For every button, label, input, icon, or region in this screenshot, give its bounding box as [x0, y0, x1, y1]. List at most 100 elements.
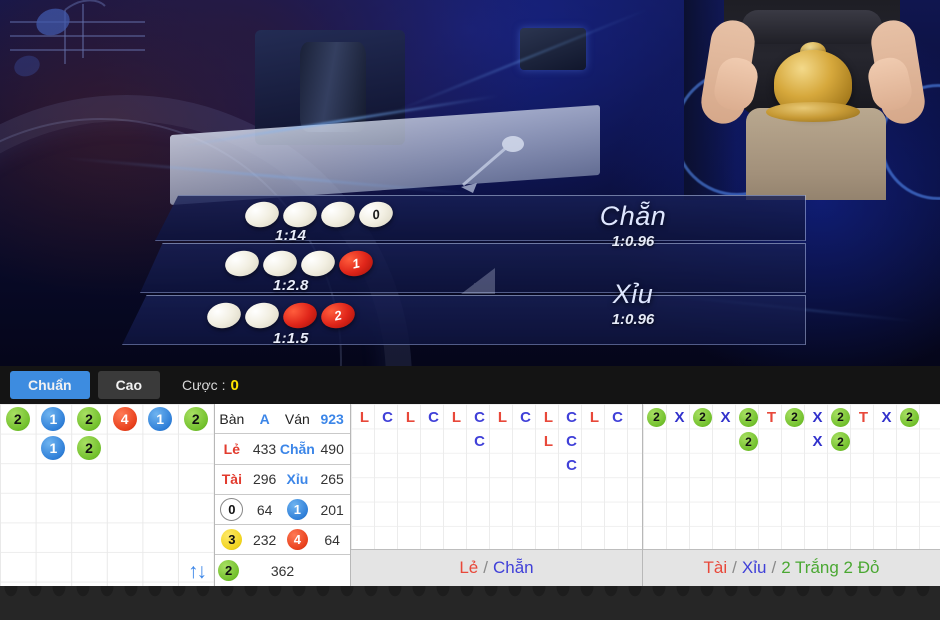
road-marker-C: C	[566, 433, 577, 451]
legend-tai: Tài	[703, 558, 728, 577]
road-marker-C: C	[612, 408, 623, 426]
road-marker-C: C	[566, 408, 577, 426]
light-streak	[389, 7, 651, 115]
ball-red-labeled: 1	[336, 247, 376, 280]
control-console-prop	[520, 28, 586, 70]
stats-left-label: 0	[215, 495, 249, 524]
road-marker-T: T	[858, 408, 869, 426]
bead-road-cell: 1	[36, 434, 72, 464]
bead-result-marker: 2	[183, 406, 208, 431]
stats-left-value: 433	[252, 440, 277, 457]
road-cell: 2	[829, 429, 852, 453]
stats-round-value: 923	[320, 410, 344, 427]
bet-mode-high-button[interactable]: Cao	[97, 371, 161, 399]
big-road-tai-xiu[interactable]: 2X2X22T2XX22TX2 Tài / Xỉu / 2 Trắng 2 Đỏ	[642, 404, 940, 586]
road-cell: 2	[829, 405, 852, 429]
bet-toolbar: Chuẩn Cao Cược :0	[0, 366, 940, 404]
bead-road-cell: 1	[142, 404, 178, 434]
road-marker-X: X	[674, 408, 685, 426]
roadmap-area: 21122412 ↑↓ Bàn A Ván 923 Lẻ 433 Chẵn 490 Tà…	[0, 404, 940, 586]
stats-round-label: Ván	[284, 410, 310, 427]
stats-right-value: 490	[320, 440, 344, 457]
bet-zone-1-do-side[interactable]	[805, 243, 940, 293]
bead-road-cell: 4	[107, 404, 143, 434]
bet-mode-standard-button[interactable]: Chuẩn	[10, 371, 90, 399]
ball-red-labeled: 2	[318, 299, 358, 332]
road-marker-X: X	[720, 408, 731, 426]
road-marker-L: L	[497, 408, 508, 426]
bet-odds-row-1: 1:2.8	[273, 277, 309, 294]
total-bet-label: Cược :	[182, 376, 226, 393]
road-marker-2trang2do: 2	[693, 407, 712, 427]
stats-row: 3 232 4 64	[215, 525, 350, 556]
big-road-le-chan[interactable]: LCLCLCCLCLLCCCLC Lẻ / Chẵn	[350, 404, 642, 586]
stats-left-value: 64	[256, 501, 273, 518]
stats-left-label-marker: 0	[220, 498, 244, 522]
bead-road-cell: 2	[71, 434, 107, 464]
bead-result-marker: 1	[41, 436, 66, 461]
stats-right-label: Xỉu	[286, 471, 309, 488]
road-marker-C: C	[428, 408, 439, 426]
total-bet-value: 0	[230, 376, 239, 394]
road-marker-T: T	[766, 408, 777, 426]
betting-zones: 0 1:14 1 1:2.8 2 1:1.5 Chẵn 1:0.96 Xỉu 1…	[0, 185, 940, 365]
bead-result-marker: 2	[76, 436, 101, 461]
bet-zone-chan-label: Chẵn	[599, 201, 667, 231]
stats-table-value: A	[259, 410, 270, 427]
bead-result-marker: 2	[5, 406, 30, 431]
stats-left-label: 2	[215, 555, 242, 585]
stats-right-label-marker: 1	[286, 499, 308, 521]
bead-result-marker: 4	[112, 406, 137, 431]
bet-balls-row-0: 0	[242, 198, 396, 231]
dealer-outfit-band	[742, 10, 882, 44]
big-road-tai-xiu-legend: Tài / Xỉu / 2 Trắng 2 Đỏ	[643, 549, 940, 586]
ball-red	[280, 299, 320, 332]
bet-zone-2-do-side[interactable]	[805, 295, 940, 345]
road-marker-L: L	[543, 408, 554, 426]
ball-white	[280, 198, 320, 231]
road-cell: 2	[783, 405, 806, 429]
bet-zone-chan-odds: 1:0.96	[611, 233, 655, 250]
road-marker-L: L	[451, 408, 462, 426]
road-marker-2trang2do: 2	[647, 407, 666, 427]
road-marker-X: X	[812, 433, 823, 451]
road-marker-C: C	[474, 433, 485, 451]
road-cell: 2	[737, 405, 760, 429]
road-marker-X: X	[881, 408, 892, 426]
road-cell: 2	[737, 429, 760, 453]
bead-result-marker: 1	[148, 406, 173, 431]
legend-separator: /	[732, 558, 737, 577]
stats-right-label: Chẵn	[279, 440, 315, 457]
bet-balls-row-1: 1	[222, 247, 376, 280]
bet-zone-xiu[interactable]: Xỉu 1:0.96	[468, 279, 798, 328]
sort-toggle-icon[interactable]: ↑↓	[188, 561, 207, 582]
stats-right-label: 1	[281, 495, 315, 524]
bowl-base-plate	[766, 102, 860, 122]
stats-left-value: 232	[252, 531, 277, 548]
road-marker-2trang2do: 2	[785, 407, 804, 427]
road-marker-L: L	[543, 433, 554, 451]
statistics-table: Bàn A Ván 923 Lẻ 433 Chẵn 490 Tài 296 Xỉu 265 0 6…	[214, 404, 350, 586]
stats-left-label: Tài	[221, 471, 242, 488]
stats-right-value: 265	[320, 471, 344, 488]
bet-zone-chan[interactable]: Chẵn 1:0.96	[468, 201, 798, 250]
page-footer-texture	[0, 586, 940, 620]
stats-right-label	[323, 555, 350, 585]
stats-left-label: Lẻ	[223, 440, 240, 457]
bet-zone-0-trang-side[interactable]	[805, 195, 940, 241]
bead-road[interactable]: 21122412 ↑↓	[0, 404, 214, 586]
bead-road-cell: 2	[0, 404, 36, 434]
ball-white	[222, 247, 262, 280]
live-dealer	[684, 0, 940, 200]
live-video-stage: 0 1:14 1 1:2.8 2 1:1.5 Chẵn 1:0.96 Xỉu 1…	[0, 0, 940, 366]
legend-2trang2do: 2 Trắng 2 Đỏ	[781, 558, 880, 577]
road-cell: 2	[645, 405, 668, 429]
ball-white	[298, 247, 338, 280]
road-marker-C: C	[520, 408, 531, 426]
legend-chan: Chẵn	[493, 558, 534, 577]
road-marker-2trang2do: 2	[900, 407, 919, 427]
stats-row: Lẻ 433 Chẵn 490	[215, 434, 350, 465]
ball-white	[242, 198, 282, 231]
stats-left-label-marker: 2	[218, 560, 240, 582]
road-marker-L: L	[405, 408, 416, 426]
